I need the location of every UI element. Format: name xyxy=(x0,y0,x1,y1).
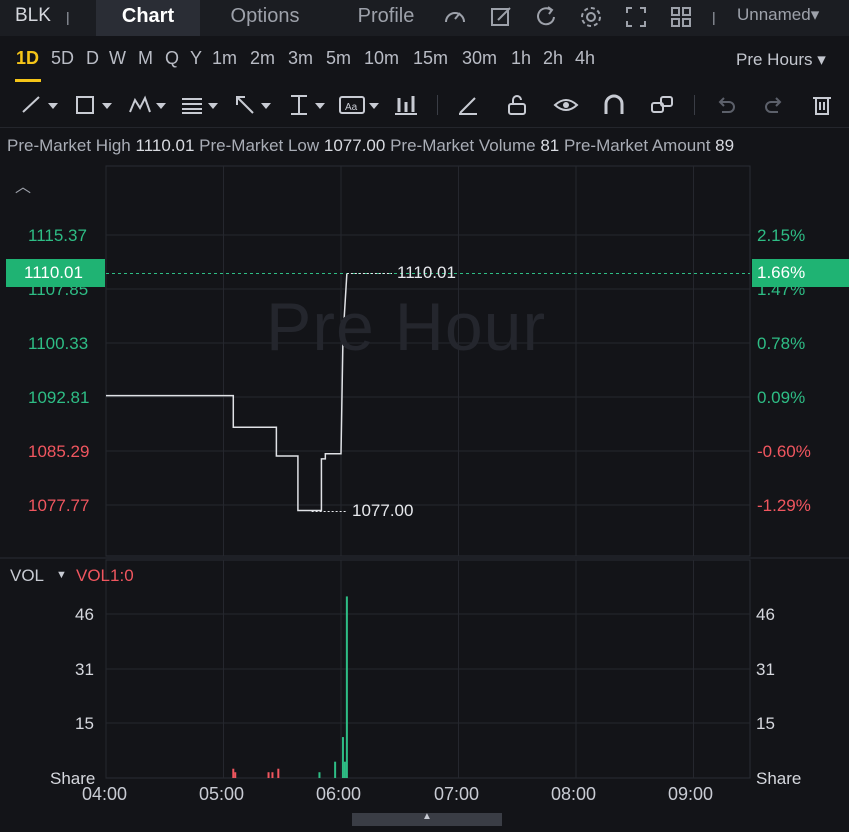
volume-bar xyxy=(334,761,337,778)
price-axis-label: 1115.37 xyxy=(28,226,87,245)
volume-bar xyxy=(277,768,280,778)
time-axis-label: 05:00 xyxy=(199,784,245,804)
high-price-annotation: 1110.01 xyxy=(397,263,456,282)
percent-axis-label: 2.15% xyxy=(757,226,806,245)
volume-axis-label: 31 xyxy=(756,660,775,679)
percent-axis-label: 0.78% xyxy=(757,334,806,353)
percent-axis-label: 0.09% xyxy=(757,388,806,407)
volume-bar xyxy=(341,737,344,778)
volume-indicator-params: VOL1:0 xyxy=(76,566,134,585)
volume-bar xyxy=(271,772,274,778)
price-axis-label: 1092.81 xyxy=(28,388,90,407)
watermark: Pre Hour xyxy=(266,289,547,365)
price-axis-label: 1100.33 xyxy=(28,334,89,353)
time-axis-label: 06:00 xyxy=(316,784,362,804)
panel-collapse-handle[interactable]: ▲ xyxy=(352,811,502,826)
price-axis-label: 1085.29 xyxy=(28,442,90,461)
volume-bar xyxy=(345,596,348,778)
volume-axis-label: 46 xyxy=(756,605,775,624)
volume-unit-label: Share xyxy=(756,769,802,788)
volume-axis-label: 15 xyxy=(756,714,775,733)
volume-bar xyxy=(234,772,237,778)
chevron-down-icon[interactable]: ▼ xyxy=(56,569,67,581)
price-axis-label: 1077.77 xyxy=(28,496,90,515)
percent-axis-label: -0.60% xyxy=(757,442,811,461)
volume-axis-label: 31 xyxy=(75,660,94,679)
percent-axis-label: -1.29% xyxy=(757,496,811,515)
volume-bar xyxy=(343,761,346,778)
volume-axis-label: 15 xyxy=(75,714,94,733)
volume-indicator-dropdown[interactable]: VOL xyxy=(10,566,44,586)
volume-bar xyxy=(232,768,235,778)
time-axis-label: 09:00 xyxy=(668,784,714,804)
current-price-badge: 1110.01 xyxy=(6,259,105,287)
time-axis-label: 07:00 xyxy=(434,784,480,804)
time-axis-label: 08:00 xyxy=(551,784,597,804)
volume-axis-label: 46 xyxy=(75,605,94,624)
price-chart[interactable] xyxy=(0,0,849,832)
time-axis-label: 04:00 xyxy=(82,784,128,804)
current-percent-badge: 1.66% xyxy=(752,259,849,287)
volume-bar xyxy=(267,772,270,778)
volume-bar xyxy=(318,772,321,778)
chevron-up-icon: ▲ xyxy=(422,811,432,822)
low-price-annotation: 1077.00 xyxy=(352,501,414,520)
